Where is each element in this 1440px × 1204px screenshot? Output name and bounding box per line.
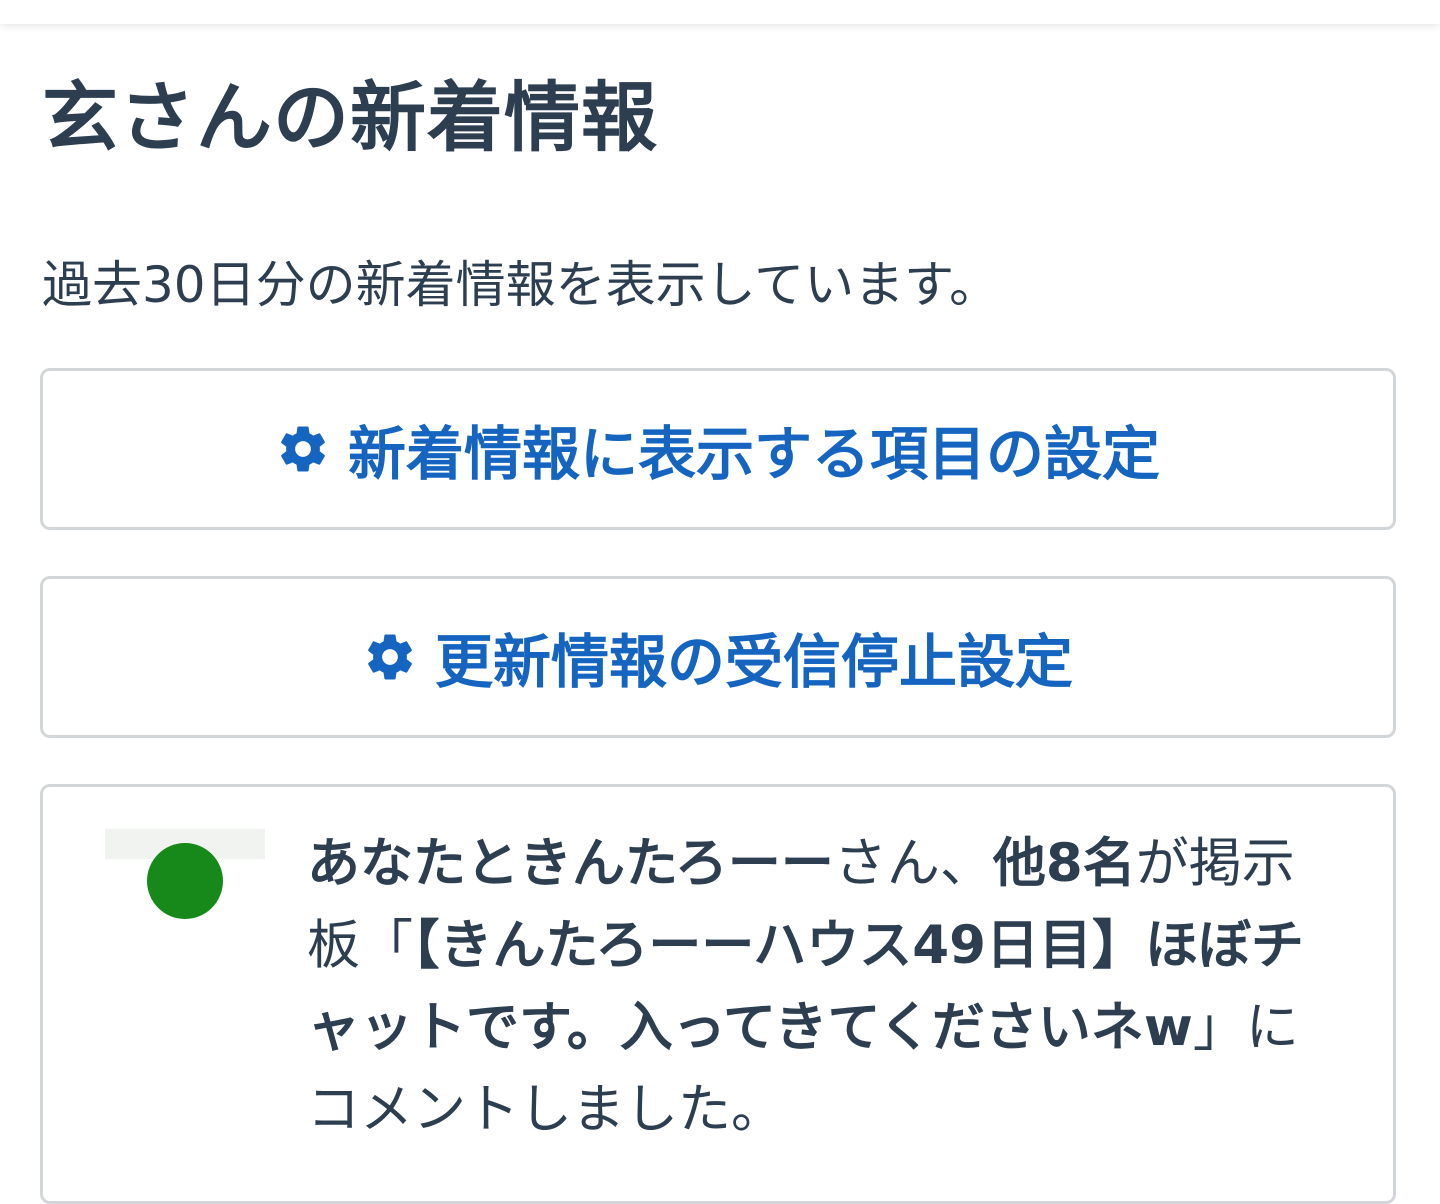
page-title: 玄さんの新着情報 bbox=[42, 73, 658, 162]
page-description: 過去30日分の新着情報を表示しています。 bbox=[42, 256, 1000, 314]
notice-actors[interactable]: あなたときんたろーー bbox=[307, 833, 834, 894]
notice-others-count[interactable]: 他8名 bbox=[993, 833, 1136, 894]
unsubscribe-settings-button[interactable]: 更新情報の受信停止設定 bbox=[40, 576, 1396, 738]
notice-thread-title[interactable]: 【きんたろーーハウス49日目】ほぼチャットです。入ってきてくださいネw bbox=[307, 915, 1304, 1058]
notification-card[interactable]: あなたときんたろーーさん、他8名が掲示板「【きんたろーーハウス49日目】ほぼチャ… bbox=[40, 784, 1396, 1204]
display-items-settings-button[interactable]: 新着情報に表示する項目の設定 bbox=[40, 368, 1396, 530]
gear-icon bbox=[281, 426, 325, 472]
top-header-bar bbox=[0, 0, 1440, 24]
user-avatar[interactable] bbox=[105, 829, 265, 989]
unsubscribe-settings-label: 更新情報の受信停止設定 bbox=[434, 628, 1073, 696]
avatar-figure bbox=[147, 843, 223, 919]
display-items-settings-label: 新着情報に表示する項目の設定 bbox=[347, 420, 1160, 488]
gear-icon bbox=[368, 634, 412, 680]
notice-san: さん、 bbox=[833, 833, 993, 894]
notification-text[interactable]: あなたときんたろーーさん、他8名が掲示板「【きんたろーーハウス49日目】ほぼチャ… bbox=[307, 823, 1337, 1151]
